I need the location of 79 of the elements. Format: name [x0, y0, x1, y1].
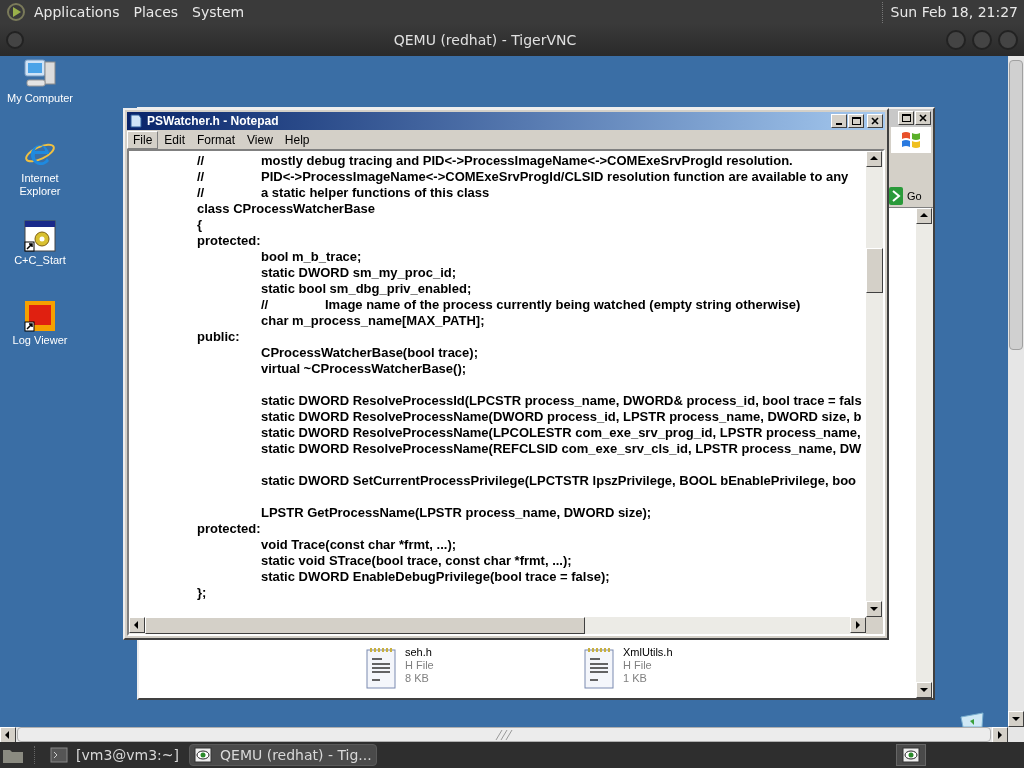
- menu-item[interactable]: View: [241, 130, 279, 149]
- code-line: static DWORD SetCurrentProcessPrivilege(LPCTSTR lpszPrivilege, BOOL bEnablePrivilege, boo: [260, 473, 857, 489]
- code-line: class CProcessWatcherBase: [196, 201, 375, 217]
- tray-button[interactable]: [896, 744, 926, 766]
- desktop-icon-label[interactable]: Log Viewer: [12, 334, 68, 347]
- file-type: H File: [623, 659, 653, 672]
- scroll-left-button[interactable]: [0, 727, 16, 743]
- code-line: public:: [196, 329, 240, 345]
- code-line: bool m_b_trace;: [260, 249, 362, 265]
- menu-item[interactable]: Format: [191, 130, 242, 149]
- code-line: // Image name of the process currently being watched (empty string otherwise): [260, 297, 801, 313]
- scroll-down-button[interactable]: [1008, 711, 1024, 727]
- code-line: virtual ~CProcessWatcherBase();: [260, 361, 467, 377]
- panel-menu[interactable]: Applications: [34, 1, 120, 23]
- document-icon: [583, 646, 615, 690]
- code-line: static DWORD ResolveProcessName(REFCLSID com_exe_srv_cls_id, LPSTR process_name, DW: [260, 441, 862, 457]
- code-line: };: [196, 585, 207, 601]
- panel-menu[interactable]: System: [192, 1, 245, 23]
- eye-icon: [902, 747, 920, 763]
- code-line: LPSTR GetProcessName(LPSTR process_name, DWORD size);: [260, 505, 652, 521]
- code-line: void Trace(const char *frmt, ...);: [260, 537, 457, 553]
- code-line: // PID<->ProcessImageName<->COMExeSrvProgId/CLSID resolution function are available to any: [196, 169, 849, 185]
- window-title: PSWatcher.h - Notepad: [147, 113, 280, 130]
- code-line: // a static helper functions of this class: [196, 185, 490, 201]
- scroll-left-button[interactable]: [129, 617, 145, 633]
- menu-item[interactable]: Help: [278, 130, 316, 149]
- scroll-right-button[interactable]: [992, 727, 1008, 743]
- code-line: CProcessWatcherBase(bool trace);: [260, 345, 478, 361]
- shortcut-tile-icon: [24, 300, 56, 332]
- code-line: char m_process_name[MAX_PATH];: [260, 313, 485, 329]
- panel-menu[interactable]: Places: [133, 1, 179, 23]
- file-name[interactable]: seh.h: [405, 646, 434, 659]
- desktop-icon-label[interactable]: My Computer: [7, 92, 73, 105]
- grip-icon: [494, 729, 514, 740]
- scroll-down-button[interactable]: [866, 601, 882, 617]
- windows-flag-icon: [900, 130, 922, 150]
- window-title: QEMU (redhat) - TigerVNC: [392, 30, 578, 50]
- code-line: static void STrace(bool trace, const char *frmt, ...);: [260, 553, 572, 569]
- taskbar-button[interactable]: QEMU (redhat) - Tig...: [189, 744, 377, 766]
- scroll-thumb[interactable]: [1009, 60, 1023, 350]
- taskbar-button[interactable]: [vm3@vm3:~]: [46, 744, 184, 766]
- file-name[interactable]: XmlUtils.h: [623, 646, 673, 659]
- scroll-up-button[interactable]: [916, 208, 932, 224]
- vertical-scrollbar[interactable]: [1008, 56, 1024, 727]
- terminal-icon: [50, 747, 68, 763]
- file-type: H File: [405, 659, 434, 672]
- code-line: static DWORD ResolveProcessName(LPCOLESTR com_exe_srv_prog_id, LPSTR process_name,: [260, 425, 861, 441]
- play-logo-icon[interactable]: [6, 2, 26, 22]
- code-line: static bool sm_dbg_priv_enabled;: [260, 281, 472, 297]
- scroll-thumb[interactable]: [17, 727, 991, 742]
- go-button[interactable]: Go: [889, 185, 929, 207]
- notepad-icon: [129, 114, 143, 128]
- menu-item[interactable]: File: [127, 130, 159, 149]
- code-line: static DWORD EnableDebugPrivilege(bool trace = false);: [260, 569, 610, 585]
- clock[interactable]: Sun Feb 18, 21:27: [881, 1, 1018, 23]
- file-size: 1 KB: [623, 672, 648, 685]
- scroll-down-button[interactable]: [916, 682, 932, 698]
- code-line: static DWORD sm_my_proc_id;: [260, 265, 457, 281]
- go-arrow-icon: [889, 187, 903, 205]
- desktop-icon-label[interactable]: C+C_Start: [14, 254, 66, 267]
- document-icon: [365, 646, 397, 690]
- code-line: {: [196, 217, 203, 233]
- size-grip[interactable]: [866, 617, 883, 634]
- code-line: static DWORD ResolveProcessName(DWORD process_id, LPSTR process_name, DWORD size, b: [260, 409, 862, 425]
- scrollbar[interactable]: [916, 208, 933, 698]
- code-line: protected:: [196, 233, 261, 249]
- eye-icon: [194, 747, 213, 763]
- computer-icon: [23, 58, 57, 90]
- file-size: 8 KB: [405, 672, 430, 685]
- code-line: protected:: [196, 521, 261, 537]
- desktop-icon-label[interactable]: Internet Explorer: [5, 172, 75, 198]
- scroll-up-button[interactable]: [866, 151, 882, 167]
- code-line: static DWORD ResolveProcessId(LPCSTR process_name, DWORD& process_id, bool trace = fals: [260, 393, 862, 409]
- menu-item[interactable]: Edit: [158, 130, 192, 149]
- close-icon: [871, 117, 879, 125]
- code-line: // mostly debug tracing and PID<->ProcessImageName<->COMExeSrvProgId resolution.: [196, 153, 793, 169]
- scroll-right-button[interactable]: [850, 617, 866, 633]
- close-icon: [919, 114, 927, 122]
- vertical-scrollbar[interactable]: [866, 151, 883, 617]
